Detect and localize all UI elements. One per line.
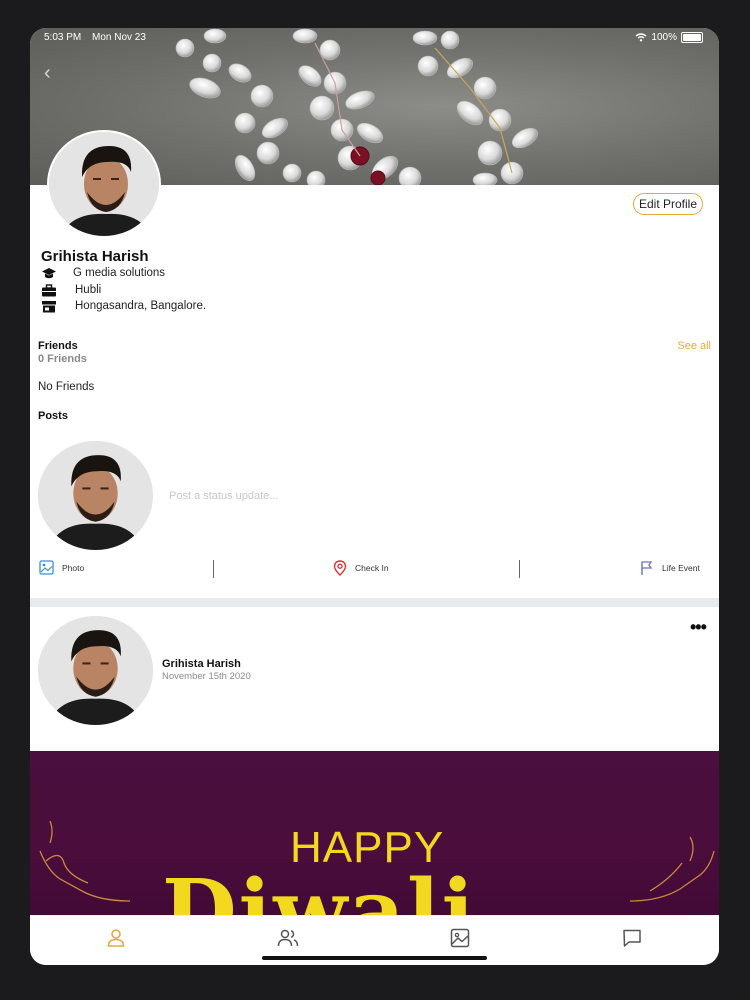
status-time: 5:03 PM (44, 32, 82, 43)
no-friends-text: No Friends (38, 381, 95, 393)
action-divider (213, 560, 214, 578)
post-author-name[interactable]: Grihista Harish (162, 658, 241, 670)
photo-action-button[interactable]: Photo (39, 560, 84, 575)
info-location-text: Hongasandra, Bangalore. (75, 300, 207, 312)
location-pin-icon (333, 560, 347, 576)
life-event-action-label: Life Event (662, 563, 700, 573)
friends-title: Friends (38, 340, 78, 352)
posts-title: Posts (38, 410, 68, 422)
bottom-tab-bar (30, 915, 719, 965)
gallery-tab-icon[interactable] (448, 926, 472, 950)
check-in-action-button[interactable]: Check In (333, 560, 389, 576)
photo-action-label: Photo (62, 562, 85, 573)
profile-tab-icon[interactable] (104, 926, 128, 950)
status-date: Mon Nov 23 (92, 32, 146, 43)
home-indicator[interactable] (262, 956, 487, 960)
post-author-avatar[interactable] (38, 616, 153, 725)
flag-icon (641, 561, 653, 575)
more-options-icon[interactable]: ••• (690, 617, 707, 638)
composer-photo (38, 441, 153, 550)
app-screen: ‹ 5:03 PM Mon Nov 23 100% Edit Profile G… (30, 28, 719, 965)
battery-percent: 100% (651, 32, 677, 43)
composer-avatar (38, 441, 153, 550)
post-date: November 15th 2020 (162, 671, 251, 682)
edit-profile-button[interactable]: Edit Profile (633, 193, 704, 215)
friends-tab-icon[interactable] (276, 926, 300, 950)
info-education-text: G media solutions (73, 267, 166, 279)
life-event-action-button[interactable]: Life Event (640, 560, 700, 576)
info-row-work: Hubli (41, 283, 101, 297)
info-work-text: Hubli (75, 284, 102, 296)
profile-avatar[interactable] (47, 130, 161, 238)
store-icon (41, 299, 57, 313)
info-row-education: G media solutions (41, 266, 165, 280)
wifi-icon (635, 33, 647, 42)
action-divider (519, 560, 520, 578)
status-indicators: 100% (635, 32, 703, 43)
photo-icon (39, 560, 54, 575)
briefcase-icon (41, 283, 57, 297)
battery-icon (681, 32, 703, 43)
section-separator (30, 598, 719, 607)
profile-name: Grihista Harish (41, 248, 149, 265)
back-chevron-icon[interactable]: ‹ (44, 62, 51, 85)
education-icon (41, 266, 57, 280)
status-bar: 5:03 PM Mon Nov 23 100% (30, 28, 719, 48)
check-in-action-label: Check In (355, 563, 389, 573)
info-row-location: Hongasandra, Bangalore. (41, 299, 206, 313)
status-update-input[interactable]: Post a status update... (169, 490, 278, 502)
post-image[interactable]: HAPPY Diwali (30, 751, 719, 915)
see-all-friends-link[interactable]: See all (677, 340, 711, 352)
chat-tab-icon[interactable] (620, 926, 644, 950)
diwali-script-text: Diwali (162, 861, 477, 915)
post-author-photo (38, 616, 153, 725)
friends-count: 0 Friends (38, 353, 87, 365)
profile-photo (49, 132, 159, 236)
